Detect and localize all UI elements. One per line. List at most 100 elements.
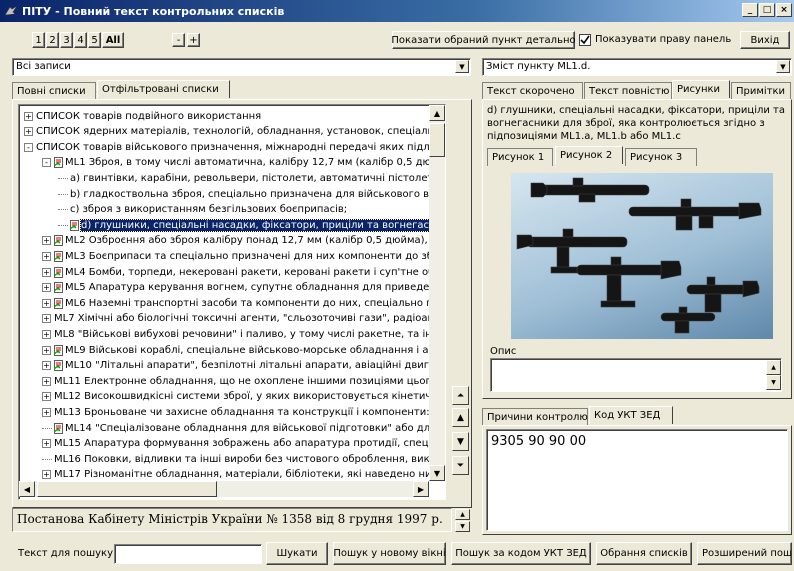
tab-picture-3[interactable]: Рисунок 3 — [625, 148, 697, 166]
expand-icon[interactable]: + — [42, 392, 51, 402]
tab-text-full[interactable]: Текст повністю — [584, 82, 672, 100]
scroll-up-icon[interactable]: ▲ — [766, 360, 781, 375]
go-prev-icon[interactable]: ▲ — [452, 408, 469, 427]
expand-icon[interactable]: + — [24, 111, 33, 121]
close-button[interactable]: × — [776, 3, 792, 17]
level-3-button[interactable]: 3 — [60, 32, 73, 48]
tab-notes[interactable]: Примітки — [731, 82, 791, 100]
tab-text-short[interactable]: Текст скорочено — [482, 82, 583, 100]
level-2-button[interactable]: 2 — [46, 32, 59, 48]
expand-icon[interactable]: + — [42, 376, 51, 386]
scroll-left-icon[interactable]: ◀ — [19, 481, 35, 497]
tree-row[interactable]: a) гвинтівки, карабіни, револьвери, піст… — [58, 171, 430, 185]
expand-icon[interactable]: + — [42, 314, 51, 324]
go-last-icon[interactable]: ⏷ — [452, 456, 469, 475]
tree-row[interactable]: + ML8 "Військові вибухові речовини" і пал… — [42, 327, 430, 341]
tree-content: + СПИСОК товарів подвійного використання +… — [20, 108, 430, 480]
description-textarea[interactable]: ▲ ▼ — [490, 358, 782, 392]
chevron-down-icon[interactable]: ▼ — [455, 60, 469, 73]
expand-icon[interactable]: + — [42, 236, 51, 246]
level-all-button[interactable]: All — [102, 32, 124, 48]
tree-row[interactable]: + ML6 Наземні транспортні засоби та компо… — [42, 296, 430, 310]
expand-icon[interactable]: + — [42, 345, 51, 355]
scroll-down-icon[interactable]: ▼ — [766, 375, 781, 390]
select-lists-button[interactable]: Обрання списків — [596, 542, 692, 565]
expand-icon[interactable]: + — [42, 470, 51, 480]
expand-icon[interactable]: + — [42, 439, 51, 449]
show-detail-button[interactable]: Показати обраний пункт детально — [391, 31, 576, 49]
tree-row[interactable]: + ML3 Боєприпаси та спеціально призначені… — [42, 249, 430, 263]
collapse-button[interactable]: - — [172, 33, 185, 47]
tree-row[interactable]: - ML1 Зброя, в тому числі автоматична, ка… — [42, 156, 430, 170]
search-new-window-button[interactable]: Пошук у новому вікні — [333, 542, 446, 565]
tree-row[interactable]: b) гладкоствольна зброя, спеціально приз… — [58, 187, 430, 201]
go-next-icon[interactable]: ▼ — [452, 432, 469, 451]
tree-row[interactable]: + СПИСОК товарів подвійного використання — [24, 109, 261, 123]
tree-hscroll-thumb[interactable] — [37, 481, 217, 497]
tab-picture-2[interactable]: Рисунок 2 — [555, 146, 623, 164]
tree-vscrollbar[interactable]: ▲ ▼ — [429, 105, 445, 481]
tree-row[interactable]: + ML13 Броньоване чи захисне обладнання т… — [42, 405, 430, 419]
go-first-icon[interactable]: ⏶ — [452, 386, 469, 405]
tree-vscroll-thumb[interactable] — [429, 123, 445, 157]
expand-icon[interactable]: + — [24, 127, 33, 137]
show-right-panel-checkbox[interactable] — [579, 34, 591, 46]
status-spinner[interactable]: ▲ ▼ — [455, 509, 470, 533]
expand-button[interactable]: + — [187, 33, 200, 47]
expand-icon[interactable]: + — [42, 298, 51, 308]
tree-hscrollbar[interactable]: ◀ ▶ — [19, 481, 429, 497]
chevron-down-icon[interactable]: ▼ — [776, 60, 790, 73]
collapse-icon[interactable]: - — [42, 158, 51, 168]
tree-row[interactable]: + ML15 Апаратура формування зображень або… — [42, 437, 430, 451]
minimize-button[interactable]: _ — [742, 3, 758, 17]
tree-row[interactable]: ML16 Поковки, відливки та інші вироби бе… — [42, 452, 430, 466]
tab-pictures[interactable]: Рисунки — [672, 80, 730, 98]
tab-ukt-code[interactable]: Код УКТ ЗЕД — [589, 406, 673, 424]
window-title: ПІТУ - Повний текст контрольних списків — [22, 4, 285, 18]
spin-up-icon[interactable]: ▲ — [455, 509, 470, 520]
tree-item-label: СПИСОК ядерних матеріалів, технологій, о… — [36, 126, 430, 138]
tree-row[interactable]: + ML2 Озброєння або зброя калібру понад 1… — [42, 234, 430, 248]
tree-row[interactable]: + ML9 Військові кораблі, спеціальне війсь… — [42, 343, 430, 357]
tab-full-lists[interactable]: Повні списки — [12, 82, 96, 100]
tree-item-label: ML10 "Літальні апарати", безпілотні літа… — [65, 360, 430, 372]
level-1-button[interactable]: 1 — [32, 32, 45, 48]
collapse-icon[interactable]: - — [24, 142, 33, 152]
tree-row[interactable]: + ML5 Апаратура керування вогнем, супутнє… — [42, 281, 430, 295]
tree-row[interactable]: + СПИСОК ядерних матеріалів, технологій, … — [24, 125, 430, 139]
search-by-code-button[interactable]: Пошук за кодом УКТ ЗЕД — [451, 542, 591, 565]
tree-row[interactable]: - СПИСОК товарів військового призначення,… — [24, 140, 430, 154]
tree-row[interactable]: d) глушники, спеціальні насадки, фіксато… — [58, 218, 430, 232]
tree-row[interactable]: + ML7 Хімічні або біологічні токсичні аге… — [42, 312, 430, 326]
level-5-button[interactable]: 5 — [88, 32, 101, 48]
search-input[interactable] — [114, 544, 262, 564]
expand-icon[interactable]: + — [42, 251, 51, 261]
tree-row[interactable]: + ML11 Електронне обладнання, що не охопл… — [42, 374, 430, 388]
search-button[interactable]: Шукати — [266, 542, 328, 565]
tree-row[interactable]: c) зброя з використанням безгільзових бо… — [58, 203, 347, 217]
tree-row[interactable]: ML14 "Спеціалізоване обладнання для війс… — [42, 421, 430, 435]
tree-row[interactable]: + ML12 Високошвидкісні системи зброї, у я… — [42, 390, 430, 404]
expand-icon[interactable]: + — [42, 407, 51, 417]
tree-row[interactable]: + ML10 "Літальні апарати", безпілотні літ… — [42, 359, 430, 373]
filter-select[interactable]: Всі записи ▼ — [12, 58, 471, 76]
spin-down-icon[interactable]: ▼ — [455, 521, 470, 532]
expand-icon[interactable]: + — [42, 361, 51, 371]
item-content-select[interactable]: Зміст пункту ML1.d. ▼ — [482, 58, 792, 76]
scroll-up-icon[interactable]: ▲ — [429, 105, 445, 121]
expand-icon[interactable]: + — [42, 329, 51, 339]
expand-icon[interactable]: + — [42, 283, 51, 293]
scroll-right-icon[interactable]: ▶ — [413, 481, 429, 497]
maximize-button[interactable]: □ — [759, 3, 775, 17]
expand-icon[interactable]: + — [42, 267, 51, 277]
tree-row[interactable]: + ML17 Різноманітне обладнання, матеріали… — [42, 468, 430, 480]
scroll-down-icon[interactable]: ▼ — [429, 465, 445, 481]
advanced-search-button[interactable]: Розширений пошук — [697, 542, 792, 565]
tab-filtered-lists[interactable]: Отфільтровані списки — [97, 80, 230, 98]
tree-row[interactable]: + ML4 Бомби, торпеди, некеровані ракети, … — [42, 265, 430, 279]
exit-button[interactable]: Вихід — [740, 31, 790, 49]
tab-control-reasons[interactable]: Причини контролю — [482, 408, 588, 426]
tab-picture-1[interactable]: Рисунок 1 — [487, 148, 553, 166]
document-icon — [54, 282, 63, 293]
level-4-button[interactable]: 4 — [74, 32, 87, 48]
